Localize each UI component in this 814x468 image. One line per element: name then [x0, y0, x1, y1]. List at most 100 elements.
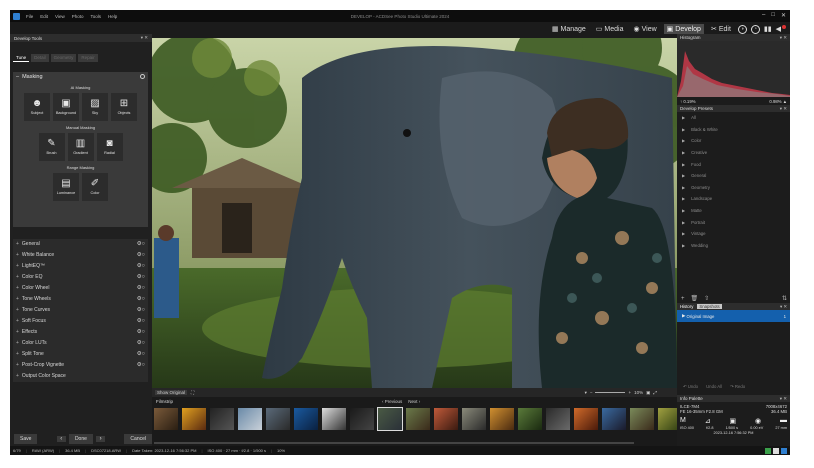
tab-geometry[interactable]: Geometry [50, 54, 77, 62]
adjust-color-luts[interactable]: + Color LUTs ⚙○ [13, 338, 148, 349]
masking-header[interactable]: – Masking [13, 72, 148, 81]
thumbnail[interactable] [154, 408, 178, 430]
next-button[interactable]: Next › [408, 399, 420, 404]
adjust-general[interactable]: + General ⚙○ [13, 239, 148, 250]
zoom-slider[interactable] [595, 392, 626, 393]
highlight-clip-value[interactable]: 0.98% ▲ [769, 99, 787, 104]
preset-food[interactable]: ▶ Food [677, 158, 790, 170]
settings-reset-icon[interactable]: ⚙○ [137, 274, 145, 280]
preset-general[interactable]: ▶ General [677, 170, 790, 182]
previous-button[interactable]: ‹ Previous [382, 399, 402, 404]
thumbnail[interactable] [238, 408, 262, 430]
preset-wedding[interactable]: ▶ Wedding [677, 240, 790, 252]
adjust-post-crop-vignette[interactable]: + Post-Crop Vignette ⚙○ [13, 360, 148, 371]
radial-mask-button[interactable]: ◙ Radial [96, 133, 123, 161]
luminance-mask-button[interactable]: ▤ Luminance [53, 173, 79, 201]
thumbnail[interactable] [350, 408, 374, 430]
undo-all-button[interactable]: Undo All [706, 384, 722, 389]
tab-history[interactable]: History [680, 304, 693, 309]
settings-reset-icon[interactable]: ⚙○ [137, 329, 145, 335]
thumbnail[interactable] [546, 408, 570, 430]
zoom-out-icon[interactable]: − [590, 390, 593, 395]
adjust-color-wheel[interactable]: + Color Wheel ⚙○ [13, 283, 148, 294]
settings-reset-icon[interactable]: ⚙○ [137, 252, 145, 258]
adjust-effects[interactable]: + Effects ⚙○ [13, 327, 148, 338]
thumbnail[interactable] [434, 408, 458, 430]
mode-edit[interactable]: ✂ Edit [708, 24, 734, 34]
tab-snapshots[interactable]: Snapshots [697, 304, 722, 309]
thumbnail-selected[interactable] [377, 407, 403, 431]
color-mask-button[interactable]: ✐ Color [82, 173, 108, 201]
prev-image-button[interactable]: ‹ [56, 436, 66, 442]
maximize-icon[interactable]: □ [771, 12, 775, 19]
thumbnail[interactable] [602, 408, 626, 430]
pin-close-icon[interactable]: ▾ ✕ [780, 396, 787, 402]
thumbnail[interactable] [266, 408, 290, 430]
background-mask-button[interactable]: ▣ Background [53, 93, 79, 121]
pin-close-icon[interactable]: ▾ ✕ [780, 35, 787, 41]
adjust-output-color-space[interactable]: + Output Color Space [13, 371, 148, 382]
history-item-selected[interactable]: ▶ Original Image 1 [677, 310, 790, 322]
brush-mask-button[interactable]: ✎ Brush [38, 133, 65, 161]
actual-size-icon[interactable]: ⤢ [653, 390, 657, 395]
gradient-mask-button[interactable]: ▥ Gradient [67, 133, 94, 161]
preset-color[interactable]: ▶ Color [677, 135, 790, 147]
thumbnail[interactable] [630, 408, 654, 430]
reset-icon[interactable] [140, 74, 145, 79]
settings-reset-icon[interactable]: ⚙○ [137, 263, 145, 269]
mode-develop[interactable]: ▣ Develop [663, 24, 704, 34]
settings-reset-icon[interactable]: ⚙○ [137, 241, 145, 247]
menu-help[interactable]: Help [108, 14, 117, 19]
preset-creative[interactable]: ▶ Creative [677, 147, 790, 159]
mode-manage[interactable]: ▦ Manage [549, 24, 589, 34]
thumbnail[interactable] [462, 408, 486, 430]
objects-mask-button[interactable]: ⊞ Objects [111, 93, 137, 121]
zoom-value[interactable]: 10% [634, 390, 643, 395]
done-button[interactable]: Done [68, 434, 93, 444]
thumbnail[interactable] [210, 408, 234, 430]
thumbnail[interactable] [518, 408, 542, 430]
cancel-button[interactable]: Cancel [124, 434, 152, 444]
preset-portrait[interactable]: ▶ Portrait [677, 216, 790, 228]
preset-geometry[interactable]: ▶ Geometry [677, 182, 790, 194]
pin-close-icon[interactable]: ▾ ✕ [141, 35, 148, 41]
add-preset-icon[interactable]: + [681, 296, 685, 302]
adjust-white-balance[interactable]: + White Balance ⚙○ [13, 250, 148, 261]
menu-edit[interactable]: Edit [40, 14, 48, 19]
notification-icon[interactable]: ◀ [776, 25, 781, 33]
image-viewer[interactable] [152, 38, 677, 388]
close-icon[interactable]: ✕ [781, 12, 786, 19]
preset-matte[interactable]: ▶ Matte [677, 205, 790, 217]
preset-vintage[interactable]: ▶ Vintage [677, 228, 790, 240]
save-button[interactable]: Save [14, 434, 38, 444]
preset-landscape[interactable]: ▶ Landscape [677, 193, 790, 205]
next-image-button[interactable]: › [95, 436, 106, 442]
shadow-clip-value[interactable]: ↑ 0.19% [680, 99, 696, 104]
mode-media[interactable]: ▭ Media [593, 24, 627, 34]
pin-close-icon[interactable]: ▾ ✕ [780, 304, 787, 310]
zoom-mode-icon[interactable]: ▾ [585, 390, 587, 396]
thumbnail[interactable] [294, 408, 318, 430]
export-preset-icon[interactable]: ⇧ [704, 295, 709, 302]
stats-icon[interactable]: ▮▮ [764, 25, 772, 33]
365-icon[interactable]: ◑ [737, 24, 747, 34]
menu-tools[interactable]: Tools [90, 14, 101, 19]
adjust-tone-wheels[interactable]: + Tone Wheels ⚙○ [13, 294, 148, 305]
undo-button[interactable]: ↶ Undo [683, 384, 698, 390]
settings-reset-icon[interactable]: ⚙○ [137, 340, 145, 346]
settings-reset-icon[interactable]: ⚙○ [137, 296, 145, 302]
settings-reset-icon[interactable]: ⚙○ [137, 307, 145, 313]
adjust-tone-curves[interactable]: + Tone Curves ⚙○ [13, 305, 148, 316]
preset-black-white[interactable]: ▶ Black & White [677, 124, 790, 136]
thumbnail[interactable] [574, 408, 598, 430]
minimize-icon[interactable]: – [762, 12, 765, 19]
delete-preset-icon[interactable]: 🗑 [691, 295, 699, 302]
settings-reset-icon[interactable]: ⚙○ [137, 362, 145, 368]
mode-view[interactable]: ◉ View [630, 24, 659, 34]
sky-mask-button[interactable]: ▨ Sky [82, 93, 108, 121]
tab-detail[interactable]: Detail [31, 54, 49, 62]
menu-view[interactable]: View [55, 14, 65, 19]
zoom-in-icon[interactable]: + [628, 390, 631, 395]
adjust-color-eq[interactable]: + Color EQ ⚙○ [13, 272, 148, 283]
settings-reset-icon[interactable]: ⚙○ [137, 318, 145, 324]
